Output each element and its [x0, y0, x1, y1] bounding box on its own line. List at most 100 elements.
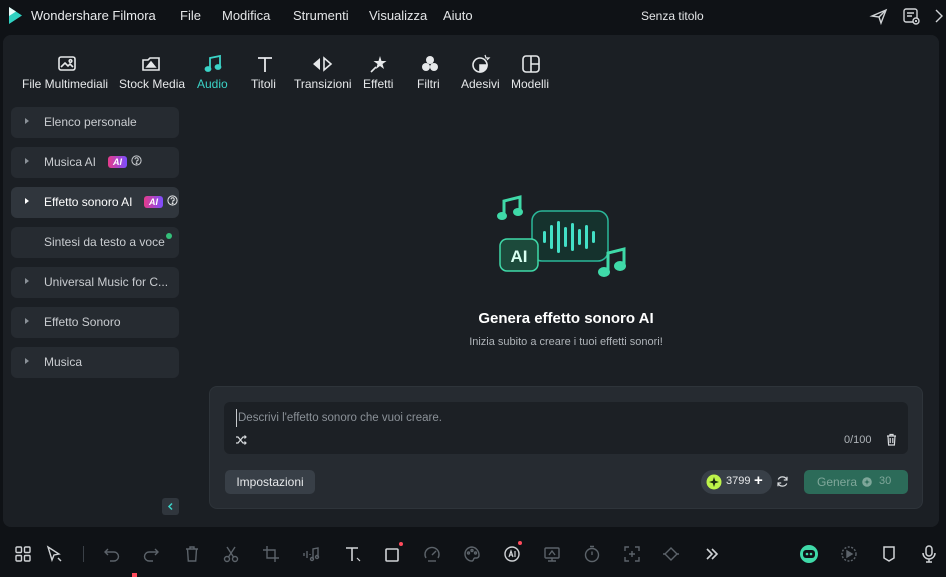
sidebar-item-label: Effetto Sonoro	[44, 315, 121, 329]
stabilize-icon[interactable]	[622, 544, 642, 564]
tab-label: Adesivi	[461, 77, 500, 91]
sidebar-item-sintesi-testo-voce[interactable]: Sintesi da testo a voce	[11, 227, 179, 258]
tab-adesivi[interactable]: Adesivi	[460, 35, 502, 99]
timer-icon[interactable]	[582, 544, 602, 564]
sidebar-item-universal-music[interactable]: Universal Music for C...	[11, 267, 179, 298]
tab-audio[interactable]: Audio	[196, 35, 232, 99]
ai-tools-icon[interactable]	[502, 544, 522, 564]
app-name: Wondershare Filmora	[31, 8, 156, 23]
select-arrow-icon[interactable]	[44, 544, 64, 564]
tab-modelli[interactable]: Modelli	[510, 35, 552, 99]
layout-icon[interactable]	[13, 544, 33, 564]
generate-cost: 30	[879, 475, 892, 487]
sidebar-item-label: Sintesi da testo a voce	[44, 235, 165, 249]
new-indicator-dot	[166, 233, 172, 239]
caret-right-icon	[25, 358, 29, 364]
add-credits-icon[interactable]: +	[754, 472, 763, 489]
media-toolbar: File Multimediali Stock Media Audio Tito…	[3, 35, 939, 99]
caret-right-icon	[25, 118, 29, 124]
tab-label: Audio	[197, 77, 228, 91]
marker-icon[interactable]	[879, 544, 899, 564]
color-icon[interactable]	[462, 544, 482, 564]
empty-state-title: Genera effetto sonoro AI	[478, 310, 654, 327]
sidebar-item-musica-ai[interactable]: Musica AI AI	[11, 147, 179, 178]
stock-media-icon	[142, 57, 160, 71]
ai-sound-effect-content: AI Genera effetto sonoro AI Inizia subit…	[193, 99, 939, 527]
send-icon[interactable]	[869, 6, 889, 26]
tab-label: Titoli	[251, 77, 276, 91]
playhead-marker[interactable]	[132, 573, 137, 577]
redo-icon[interactable]	[141, 544, 161, 564]
more-tools-icon[interactable]	[702, 544, 722, 564]
keyframe-icon[interactable]	[661, 544, 681, 564]
cloud-menu-icon[interactable]	[901, 6, 921, 26]
sidebar-item-label: Elenco personale	[44, 115, 137, 129]
illustration-ai-text: AI	[511, 247, 528, 266]
audio-edit-icon[interactable]	[301, 544, 321, 564]
collapse-sidebar-button[interactable]	[162, 498, 179, 515]
sidebar-item-effetto-sonoro[interactable]: Effetto Sonoro	[11, 307, 179, 338]
menu-modifica[interactable]: Modifica	[222, 8, 270, 23]
tab-effetti[interactable]: Effetti	[362, 35, 398, 99]
credit-coin-icon	[862, 477, 872, 487]
chevron-left-icon	[167, 502, 173, 511]
menu-visualizza[interactable]: Visualizza	[369, 8, 427, 23]
document-title: Senza titolo	[641, 9, 704, 23]
freeze-frame-icon[interactable]	[542, 544, 562, 564]
filmora-window: Wondershare Filmora File Modifica Strume…	[0, 0, 946, 577]
crop-icon[interactable]	[261, 544, 281, 564]
generate-button[interactable]: Genera 30	[804, 470, 908, 494]
delete-icon[interactable]	[182, 544, 202, 564]
caret-right-icon	[25, 278, 29, 284]
text-icon[interactable]	[343, 544, 363, 564]
titles-icon	[258, 57, 272, 72]
shape-icon[interactable]	[383, 544, 403, 564]
new-indicator-dot	[399, 542, 403, 546]
scissors-icon[interactable]	[221, 544, 241, 564]
sidebar-item-label: Universal Music for C...	[44, 275, 169, 289]
templates-icon	[522, 55, 540, 73]
sidebar-item-elenco-personale[interactable]: Elenco personale	[11, 107, 179, 138]
tab-file-multimediali[interactable]: File Multimediali	[22, 35, 114, 99]
undo-icon[interactable]	[102, 544, 122, 564]
tab-label: Effetti	[363, 77, 394, 91]
tab-filtri[interactable]: Filtri	[416, 35, 444, 99]
sidebar-item-label: Musica AI	[44, 155, 97, 169]
toolbar-separator	[83, 546, 84, 562]
help-icon[interactable]	[167, 195, 178, 206]
main-panel: File Multimediali Stock Media Audio Tito…	[3, 35, 939, 527]
refresh-icon[interactable]	[776, 475, 789, 488]
tab-label: Transizioni	[294, 77, 352, 91]
microphone-icon[interactable]	[919, 544, 939, 564]
filmora-logo-icon	[9, 7, 22, 24]
generation-panel: 0/100 Impostazioni 3799 + Genera 30	[209, 386, 923, 509]
sidebar-item-musica[interactable]: Musica	[11, 347, 179, 378]
menu-strumenti[interactable]: Strumenti	[293, 8, 349, 23]
music-note-icon	[204, 54, 222, 72]
help-icon[interactable]	[131, 155, 142, 166]
sidebar-item-effetto-sonoro-ai[interactable]: Effetto sonoro AI AI	[11, 187, 179, 218]
render-icon[interactable]	[839, 544, 859, 564]
trash-icon[interactable]	[885, 433, 898, 446]
menu-file[interactable]: File	[180, 8, 201, 23]
sidebar-item-label: Effetto sonoro AI	[44, 195, 133, 209]
transitions-icon	[313, 56, 333, 72]
ai-mate-icon[interactable]	[799, 544, 819, 564]
credits-icon	[706, 474, 722, 490]
prompt-input[interactable]	[236, 409, 796, 427]
credits-pill[interactable]: 3799 +	[701, 470, 772, 494]
speed-icon[interactable]	[422, 544, 442, 564]
media-icon	[58, 56, 76, 71]
ai-badge: AI	[108, 156, 127, 168]
title-bar: Wondershare Filmora File Modifica Strume…	[0, 0, 946, 32]
tab-stock-media[interactable]: Stock Media	[118, 35, 188, 99]
tab-transizioni[interactable]: Transizioni	[293, 35, 352, 99]
caret-right-icon	[25, 198, 29, 204]
char-count: 0/100	[844, 434, 872, 446]
shuffle-icon[interactable]	[235, 434, 247, 446]
tab-titoli[interactable]: Titoli	[250, 35, 280, 99]
filters-icon	[422, 56, 438, 71]
more-icon[interactable]	[932, 6, 946, 26]
menu-aiuto[interactable]: Aiuto	[443, 8, 473, 23]
settings-button[interactable]: Impostazioni	[225, 470, 315, 494]
